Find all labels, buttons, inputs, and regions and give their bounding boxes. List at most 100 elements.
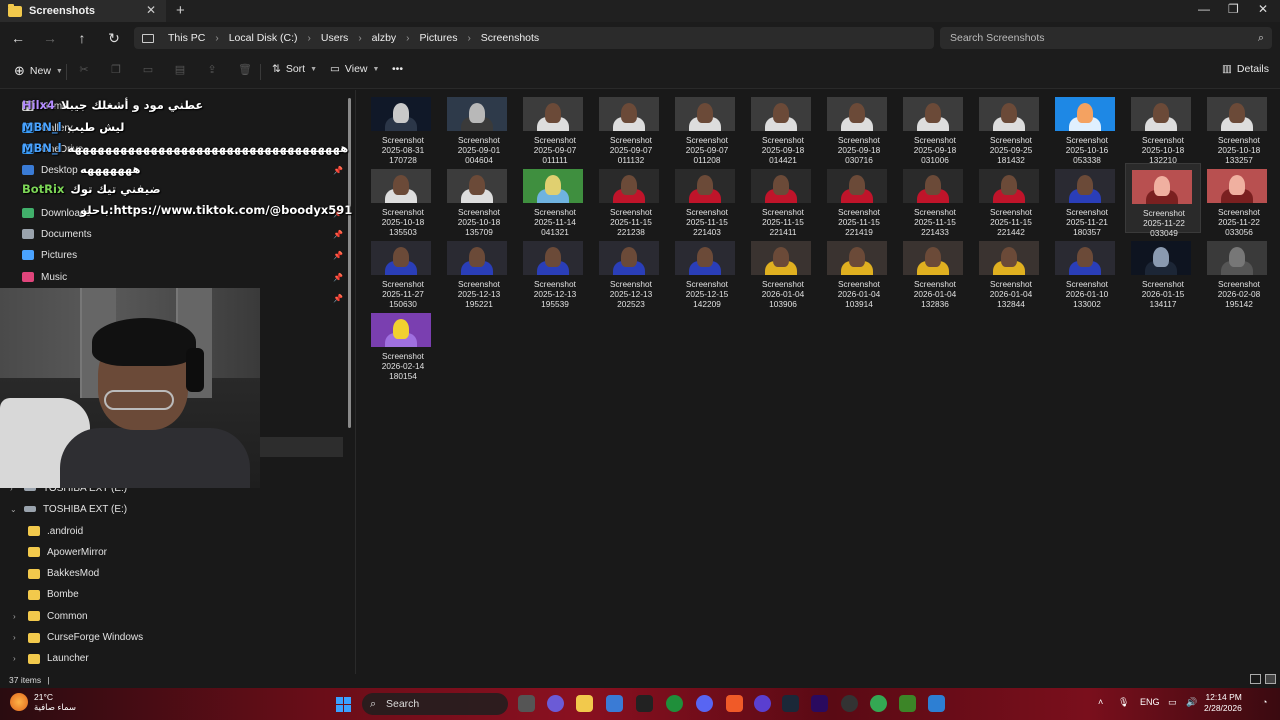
- epic-games-icon[interactable]: [636, 695, 653, 712]
- clock[interactable]: 12:14 PM 2/28/2026: [1204, 692, 1242, 714]
- microphone-icon[interactable]: 🎙: [1118, 697, 1129, 708]
- file-tile[interactable]: Screenshot 2025-08-31 170728: [365, 91, 441, 165]
- file-tile[interactable]: Screenshot 2026-01-04 103906: [745, 235, 821, 309]
- sidebar-folder[interactable]: › CurseForge Windows: [0, 628, 345, 648]
- file-tile[interactable]: Screenshot 2025-09-18 014421: [745, 91, 821, 165]
- tiles-view-toggle[interactable]: [1265, 674, 1276, 684]
- sidebar-item-documents[interactable]: Documents 📌: [0, 224, 345, 244]
- obs-icon[interactable]: [841, 695, 858, 712]
- breadcrumb-item[interactable]: Screenshots: [481, 32, 539, 44]
- file-tile[interactable]: Screenshot 2026-01-10 133002: [1049, 235, 1125, 309]
- xbox-icon[interactable]: [666, 695, 683, 712]
- sidebar-item-pictures[interactable]: Pictures 📌: [0, 245, 345, 265]
- sidebar-item-drive[interactable]: ⌄ TOSHIBA EXT (E:): [0, 499, 345, 519]
- chevron-right-icon[interactable]: ›: [13, 654, 16, 663]
- file-tile[interactable]: Screenshot 2025-11-15 221238: [593, 163, 669, 237]
- sidebar-folder[interactable]: › Common: [0, 606, 345, 626]
- sidebar-folder[interactable]: .android: [0, 521, 345, 541]
- chevron-right-icon[interactable]: ›: [13, 612, 16, 621]
- copy-icon[interactable]: ❐: [110, 64, 122, 76]
- sidebar-folder[interactable]: Bombe: [0, 585, 345, 605]
- more-options-button[interactable]: •••: [392, 63, 403, 75]
- chrome-icon[interactable]: [870, 695, 887, 712]
- file-tile[interactable]: Screenshot 2026-01-04 103914: [821, 235, 897, 309]
- sidebar-item-music[interactable]: Music 📌: [0, 267, 345, 287]
- delete-icon[interactable]: 🗑: [238, 64, 252, 76]
- pin-icon[interactable]: 📌: [333, 294, 343, 303]
- chevron-right-icon[interactable]: ›: [358, 33, 361, 44]
- file-tile[interactable]: Screenshot 2025-10-18 133257: [1201, 91, 1277, 165]
- app-icon[interactable]: [928, 695, 945, 712]
- details-button[interactable]: ▥ Details: [1222, 63, 1269, 75]
- breadcrumb-item[interactable]: Local Disk (C:): [229, 32, 298, 44]
- chevron-up-icon[interactable]: ˄: [1098, 697, 1103, 707]
- file-tile[interactable]: Screenshot 2026-01-15 134117: [1125, 235, 1201, 309]
- sidebar-folder[interactable]: ApowerMirror: [0, 542, 345, 562]
- pin-icon[interactable]: 📌: [333, 273, 343, 282]
- minimize-button[interactable]: —: [1198, 2, 1210, 16]
- view-button[interactable]: ▭ View ▼: [330, 63, 379, 75]
- file-tile[interactable]: Screenshot 2025-11-15 221411: [745, 163, 821, 237]
- file-tile[interactable]: Screenshot 2025-09-01 004604: [441, 91, 517, 165]
- paste-icon[interactable]: ▭: [142, 64, 154, 76]
- notification-icon[interactable]: ◔: [1262, 697, 1267, 707]
- sidebar-scrollbar[interactable]: [348, 98, 351, 428]
- file-tile[interactable]: Screenshot 2025-12-13 195221: [441, 235, 517, 309]
- task-view-icon[interactable]: [518, 695, 535, 712]
- maximize-button[interactable]: ❐: [1228, 2, 1239, 16]
- search-input[interactable]: Search Screenshots ⌕: [940, 27, 1272, 49]
- new-button[interactable]: ⊕ New ▼: [14, 63, 63, 79]
- file-tile[interactable]: Screenshot 2026-01-04 132836: [897, 235, 973, 309]
- forward-button[interactable]: →: [40, 28, 60, 48]
- file-tile[interactable]: Screenshot 2025-11-22 033056: [1201, 163, 1277, 237]
- chevron-right-icon[interactable]: ›: [406, 33, 409, 44]
- steam-icon[interactable]: [782, 695, 799, 712]
- file-tile[interactable]: Screenshot 2025-11-15 221442: [973, 163, 1049, 237]
- address-bar[interactable]: This PC › Local Disk (C:) › Users › alzby › Pict…: [134, 27, 934, 49]
- brave-icon[interactable]: [726, 695, 743, 712]
- share-icon[interactable]: ⇪: [206, 64, 218, 76]
- details-view-toggle[interactable]: [1250, 674, 1261, 684]
- sort-button[interactable]: ⇅ Sort ▼: [272, 63, 317, 75]
- pin-icon[interactable]: 📌: [333, 230, 343, 239]
- sidebar-item-desktop[interactable]: Desktop 📌: [0, 160, 345, 180]
- file-tile[interactable]: Screenshot 2025-11-14 041321: [517, 163, 593, 237]
- discord-icon[interactable]: [696, 695, 713, 712]
- file-tile[interactable]: Screenshot 2025-12-15 142209: [669, 235, 745, 309]
- premiere-icon[interactable]: [811, 695, 828, 712]
- sidebar-folder[interactable]: › Launcher: [0, 649, 345, 669]
- chevron-right-icon[interactable]: ›: [467, 33, 470, 44]
- app-icon[interactable]: [754, 695, 771, 712]
- network-icon[interactable]: ▭: [1168, 697, 1177, 708]
- file-tile[interactable]: Screenshot 2025-09-25 181432: [973, 91, 1049, 165]
- cut-icon[interactable]: ✂: [78, 64, 90, 76]
- file-tile[interactable]: Screenshot 2025-11-15 221433: [897, 163, 973, 237]
- file-tile[interactable]: Screenshot 2025-09-07 011111: [517, 91, 593, 165]
- up-button[interactable]: ↑: [72, 28, 92, 48]
- start-button[interactable]: [336, 697, 351, 712]
- tab-screenshots[interactable]: Screenshots ✕: [0, 0, 166, 22]
- sidebar-folder[interactable]: BakkesMod: [0, 564, 345, 584]
- breadcrumb-item[interactable]: alzby: [372, 32, 397, 44]
- pin-icon[interactable]: 📌: [333, 251, 343, 260]
- file-tile[interactable]: Screenshot 2025-09-07 011132: [593, 91, 669, 165]
- file-tile[interactable]: Screenshot 2025-12-13 195539: [517, 235, 593, 309]
- file-explorer-taskbar-icon[interactable]: [576, 695, 593, 712]
- pin-icon[interactable]: 📌: [333, 166, 343, 175]
- file-tile[interactable]: Screenshot 2025-12-13 202523: [593, 235, 669, 309]
- chevron-right-icon[interactable]: ›: [308, 33, 311, 44]
- file-tile[interactable]: Screenshot 2025-11-21 180357: [1049, 163, 1125, 237]
- file-tile[interactable]: Screenshot 2025-11-15 221419: [821, 163, 897, 237]
- file-tile[interactable]: Screenshot 2025-10-16 053338: [1049, 91, 1125, 165]
- close-tab-icon[interactable]: ✕: [146, 3, 156, 17]
- chevron-right-icon[interactable]: ›: [215, 33, 218, 44]
- file-tile[interactable]: Screenshot 2025-09-07 011208: [669, 91, 745, 165]
- file-tile[interactable]: Screenshot 2025-11-22 033049: [1125, 163, 1201, 238]
- language-indicator[interactable]: ENG: [1140, 697, 1160, 707]
- minecraft-icon[interactable]: [899, 695, 916, 712]
- chevron-down-icon[interactable]: ⌄: [10, 505, 17, 514]
- breadcrumb-item[interactable]: Users: [321, 32, 348, 44]
- meet-icon[interactable]: [547, 695, 564, 712]
- file-tile[interactable]: Screenshot 2025-11-27 150630: [365, 235, 441, 309]
- file-tile[interactable]: Screenshot 2026-02-14 180154: [365, 307, 441, 381]
